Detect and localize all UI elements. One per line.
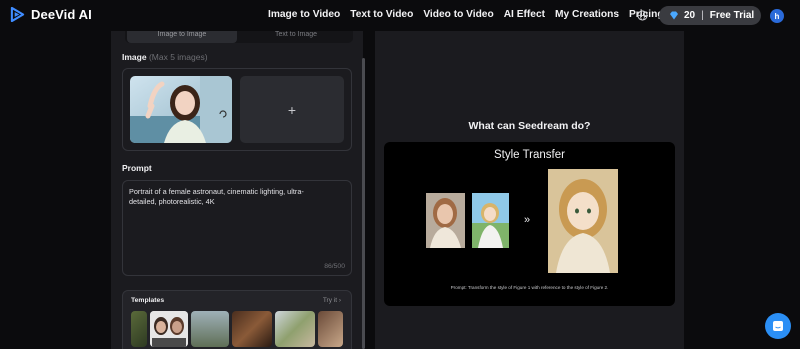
- double-chevron-right-icon: »: [524, 214, 531, 226]
- prompt-label: Prompt: [122, 163, 152, 173]
- credits-free-trial-button[interactable]: 20 | Free Trial: [659, 6, 761, 25]
- chevron-right-icon: ›: [338, 297, 341, 304]
- portrait-photo-image: [426, 193, 465, 248]
- anime-style-image: [472, 193, 509, 248]
- mode-tabs: Image to Image Text to Image: [125, 31, 353, 43]
- demo-caption: Prompt: Transform the style of Figure 1 …: [450, 285, 609, 290]
- app-name: DeeVid AI: [31, 7, 92, 22]
- demo-input-photo: [426, 193, 465, 248]
- chat-icon: [773, 321, 783, 331]
- free-trial-label: Free Trial: [709, 10, 755, 21]
- showcase-panel: What can Seedream do? Style Transfer » P…: [375, 31, 684, 349]
- image-hint: (Max 5 images): [148, 52, 208, 62]
- demo-style-reference: [472, 193, 509, 248]
- showcase-heading: What can Seedream do?: [468, 120, 591, 132]
- template-thumbnail[interactable]: [131, 311, 147, 347]
- demo-title: Style Transfer: [494, 149, 565, 161]
- nav-item-image-to-video[interactable]: Image to Video: [268, 9, 340, 20]
- templates-panel: Templates Try it ›: [122, 290, 352, 349]
- prompt-text: Portrait of a female astronaut, cinemati…: [129, 187, 304, 206]
- image-section-label: Image (Max 5 images): [122, 52, 208, 62]
- nav-item-my-creations[interactable]: My Creations: [555, 9, 619, 20]
- uploaded-portrait-image: [130, 76, 232, 143]
- add-image-button[interactable]: +: [240, 76, 344, 143]
- try-it-link[interactable]: Try it ›: [323, 297, 341, 304]
- rotate-icon[interactable]: [218, 109, 228, 119]
- image-upload-area: +: [122, 68, 352, 151]
- tab-text-to-image[interactable]: Text to Image: [241, 31, 351, 43]
- demo-output: [548, 169, 618, 273]
- credits-count: 20: [684, 10, 696, 21]
- image-label: Image: [122, 52, 147, 62]
- template-thumbnail[interactable]: [275, 311, 315, 347]
- prompt-input[interactable]: Portrait of a female astronaut, cinemati…: [122, 180, 352, 276]
- divider: |: [701, 10, 704, 21]
- globe-icon[interactable]: [637, 10, 648, 21]
- template-thumbnail[interactable]: [232, 311, 272, 347]
- generator-panel: Image to Image Text to Image Image (Max …: [111, 31, 363, 349]
- avatar[interactable]: h: [770, 9, 784, 23]
- nav-item-ai-effect[interactable]: AI Effect: [504, 9, 545, 20]
- logo[interactable]: DeeVid AI: [10, 7, 92, 22]
- template-faces-image: [150, 311, 188, 347]
- main-nav: Image to Video Text to Video Video to Vi…: [268, 9, 664, 20]
- try-it-label: Try it: [322, 297, 338, 304]
- tab-image-to-image[interactable]: Image to Image: [127, 31, 237, 43]
- support-chat-button[interactable]: [765, 313, 791, 339]
- prompt-char-counter: 86/500: [324, 263, 345, 270]
- anime-portrait-output-image: [548, 169, 618, 273]
- nav-item-video-to-video[interactable]: Video to Video: [423, 9, 493, 20]
- top-header: DeeVid AI Image to Video Text to Video V…: [0, 0, 800, 31]
- template-thumbnail[interactable]: [318, 311, 343, 347]
- scrollbar[interactable]: [362, 58, 365, 349]
- nav-item-text-to-video[interactable]: Text to Video: [350, 9, 413, 20]
- templates-label: Templates: [131, 297, 165, 304]
- logo-icon: [10, 7, 25, 22]
- diamond-icon: [670, 11, 678, 20]
- uploaded-image[interactable]: [130, 76, 232, 143]
- template-thumbnail[interactable]: [150, 311, 188, 347]
- template-thumbnail[interactable]: [191, 311, 229, 347]
- style-transfer-demo: Style Transfer » Prompt: Transform the s…: [384, 142, 675, 306]
